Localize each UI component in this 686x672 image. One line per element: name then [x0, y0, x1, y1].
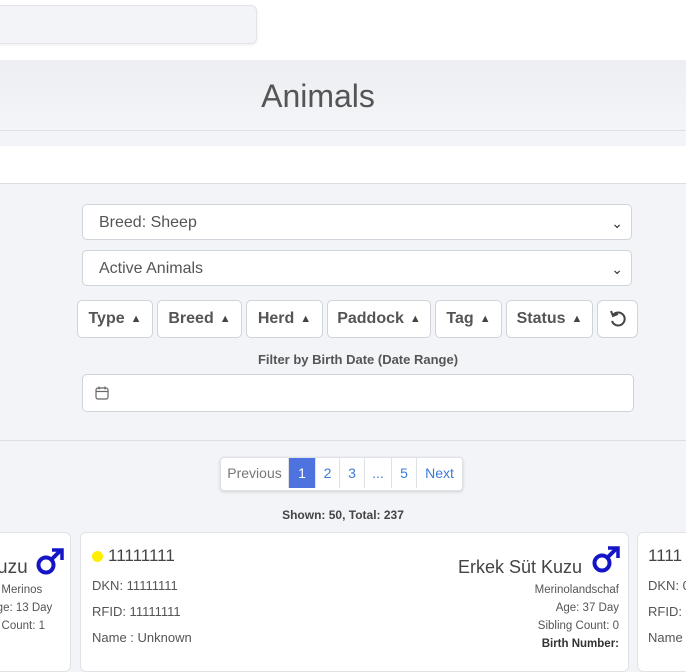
reset-icon	[610, 310, 626, 327]
animal-card-title: Erkek Süt Kuzu	[457, 557, 582, 577]
animal-card-sibling-count: Sibling Count: 0	[537, 620, 619, 632]
animal-card-title: uzu	[0, 557, 28, 578]
sort-icon: ▲︎	[130, 313, 142, 325]
sort-icon: ▲︎	[300, 313, 312, 325]
previous-page-button[interactable]: Previous	[221, 458, 289, 488]
page-title: Animals	[261, 78, 375, 114]
animal-card-rfid: RFID: 11111111	[92, 604, 181, 619]
page-ellipsis: ...	[365, 458, 392, 488]
animal-card-tag: 1111	[648, 546, 683, 565]
animal-card[interactable]: uzu uan Merinos Age: 13 Day ing Count: 1	[0, 532, 71, 672]
breed-select[interactable]: Breed: Sheep ⌄	[82, 204, 632, 240]
animal-card-tag: 11111111	[108, 546, 175, 565]
animal-card-age: Age: 37 Day	[555, 602, 619, 614]
sort-herd-label: Herd	[257, 310, 295, 327]
animal-card-rfid: RFID: 1	[648, 604, 686, 619]
next-page-button[interactable]: Next	[417, 458, 462, 488]
birth-date-filter-label: Filter by Birth Date (Date Range)	[257, 352, 459, 367]
animal-card-birth-number: Birth Number:	[541, 638, 619, 650]
page-3-button[interactable]: 3	[340, 458, 365, 488]
animal-card[interactable]: 1111 DKN: 0 RFID: 1 Name	[637, 532, 686, 672]
divider	[0, 440, 686, 441]
animal-card-breed: uan Merinos	[0, 584, 43, 596]
sort-status-button[interactable]: Status ▲︎	[506, 300, 593, 338]
pagination: Previous 1 2 3 ... 5 Next	[220, 457, 463, 491]
results-summary: Shown: 50, Total: 237	[282, 508, 404, 522]
animal-card-sibling-count: ing Count: 1	[0, 620, 46, 632]
animal-card-name: Name	[648, 630, 683, 645]
animal-card-age: Age: 13 Day	[0, 602, 53, 614]
page-5-button[interactable]: 5	[392, 458, 417, 488]
animal-card[interactable]: 11111111 DKN: 11111111 RFID: 11111111 Na…	[80, 532, 629, 672]
sort-tag-label: Tag	[446, 310, 474, 327]
sort-status-label: Status	[516, 310, 566, 327]
sort-tag-button[interactable]: Tag ▲︎	[435, 300, 502, 338]
sort-type-button[interactable]: Type ▲︎	[77, 300, 153, 338]
male-icon	[36, 548, 64, 575]
male-icon	[592, 546, 620, 573]
animal-card-name: Name : Unknown	[92, 630, 192, 645]
breed-select-value: Breed: Sheep	[99, 214, 197, 231]
sort-icon: ▲︎	[571, 313, 583, 325]
animal-card-dkn: DKN: 11111111	[92, 578, 178, 593]
top-search-input[interactable]	[0, 5, 257, 44]
sort-breed-button[interactable]: Breed ▲︎	[157, 300, 242, 338]
reset-filters-button[interactable]	[597, 300, 638, 338]
chevron-down-icon: ⌄	[611, 215, 623, 231]
sort-paddock-label: Paddock	[337, 310, 404, 327]
sort-icon: ▲︎	[409, 313, 421, 325]
sort-icon: ▲︎	[219, 313, 231, 325]
sort-breed-label: Breed	[168, 310, 214, 327]
sort-paddock-button[interactable]: Paddock ▲︎	[327, 300, 431, 338]
toolbar-strip	[0, 146, 686, 184]
status-select-value: Active Animals	[99, 260, 204, 277]
animal-card-dkn: DKN: 0	[648, 578, 686, 593]
sort-type-label: Type	[88, 310, 125, 327]
calendar-icon	[95, 386, 109, 400]
status-dot	[92, 551, 103, 562]
status-select[interactable]: Active Animals ⌄	[82, 250, 632, 286]
birth-date-range-input[interactable]	[82, 374, 634, 412]
animal-card-breed: Merinolandschaf	[534, 584, 619, 596]
page-1-button[interactable]: 1	[289, 458, 316, 488]
sort-icon: ▲︎	[479, 313, 491, 325]
page-2-button[interactable]: 2	[316, 458, 340, 488]
sort-herd-button[interactable]: Herd ▲︎	[246, 300, 323, 338]
chevron-down-icon: ⌄	[611, 261, 623, 277]
top-bar	[0, 0, 686, 60]
